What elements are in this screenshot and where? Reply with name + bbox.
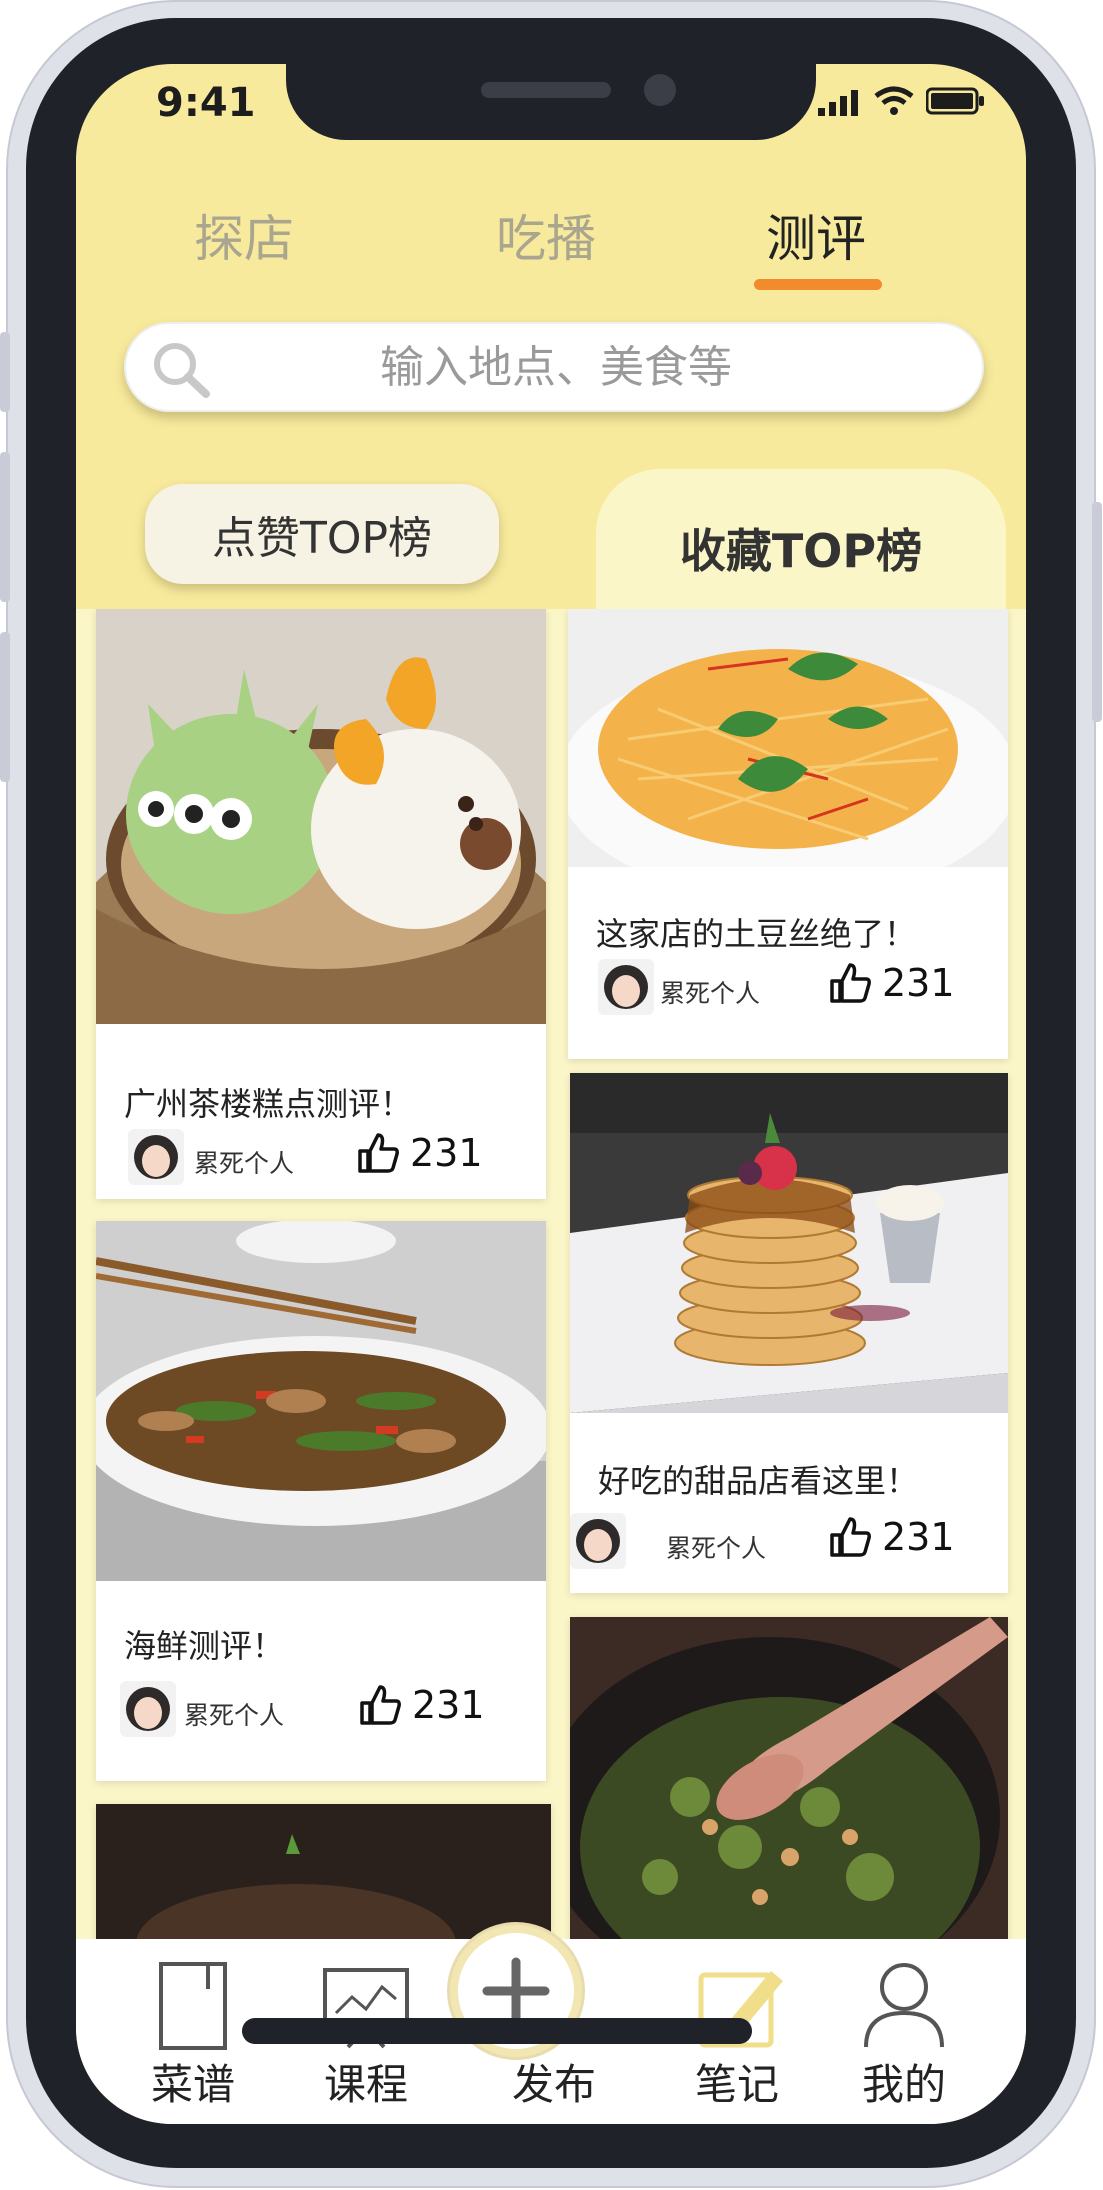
- like-button[interactable]: 231: [828, 1515, 955, 1559]
- like-button[interactable]: 231: [358, 1683, 485, 1727]
- review-card[interactable]: [570, 1617, 1008, 1939]
- card-image: [96, 1221, 546, 1581]
- volume-up-button: [0, 452, 10, 602]
- card-title: 这家店的土豆丝绝了！: [596, 915, 917, 953]
- status-icons: [818, 86, 986, 116]
- search-icon: [154, 343, 210, 398]
- like-count: 231: [882, 961, 955, 1005]
- nav-label: 我的: [861, 2060, 946, 2109]
- avatar: [598, 959, 654, 1015]
- review-card[interactable]: 海鲜测评！ 累死个人 231: [96, 1221, 546, 1781]
- nav-label: 课程: [323, 2060, 408, 2109]
- like-count: 231: [412, 1683, 485, 1727]
- card-author: 累死个人: [666, 1534, 767, 1563]
- like-button[interactable]: 231: [356, 1131, 483, 1175]
- card-title: 海鲜测评！: [124, 1627, 285, 1665]
- card-title: 好吃的甜品店看这里！: [598, 1462, 919, 1500]
- power-button: [1092, 502, 1102, 722]
- card-title: 广州茶楼糕点测评！: [124, 1085, 413, 1123]
- card-image: [570, 1073, 1008, 1413]
- thumbs-up-icon: [358, 1133, 399, 1173]
- card-author: 累死个人: [660, 979, 761, 1008]
- active-tab-indicator: [754, 279, 882, 290]
- tab-explore[interactable]: 探店: [194, 199, 294, 271]
- front-camera: [644, 74, 676, 106]
- book-icon: [159, 1962, 227, 2050]
- user-icon: [864, 1963, 944, 2048]
- card-image: [96, 609, 546, 1024]
- fav-top-button[interactable]: 收藏TOP榜: [596, 469, 1006, 619]
- review-card[interactable]: 这家店的土豆丝绝了！ 累死个人 231: [568, 609, 1008, 1059]
- thumbs-up-icon: [830, 963, 871, 1003]
- mute-switch: [0, 332, 10, 412]
- search-input[interactable]: [246, 324, 866, 410]
- avatar: [128, 1129, 184, 1185]
- nav-label: 菜谱: [150, 2060, 235, 2109]
- avatar: [120, 1681, 176, 1737]
- tab-review[interactable]: 测评: [766, 199, 866, 271]
- thumbs-up-icon: [360, 1685, 401, 1725]
- app-screen: 9:41 探店 吃播 测评 收藏TOP榜 点: [76, 64, 1026, 2124]
- plus-icon: [482, 1957, 550, 2025]
- card-author: 累死个人: [194, 1149, 295, 1178]
- avatar: [570, 1513, 626, 1569]
- battery-icon: [926, 87, 984, 115]
- status-time: 9:41: [156, 80, 256, 126]
- search-bar[interactable]: [124, 322, 984, 412]
- review-card[interactable]: 广州茶楼糕点测评！ 累死个人 231: [96, 609, 546, 1199]
- thumbs-up-icon: [830, 1517, 871, 1557]
- speaker: [481, 82, 611, 98]
- notch: [286, 64, 816, 140]
- review-card[interactable]: [96, 1804, 551, 1939]
- volume-down-button: [0, 632, 10, 782]
- like-top-button[interactable]: 点赞TOP榜: [145, 484, 499, 584]
- card-image: [96, 1804, 551, 1939]
- like-count: 231: [410, 1131, 483, 1175]
- like-count: 231: [882, 1515, 955, 1559]
- review-feed[interactable]: 广州茶楼糕点测评！ 累死个人 231 这家店的土豆丝绝了！ 累死个人 231 海…: [76, 609, 1026, 1939]
- like-button[interactable]: 231: [828, 961, 955, 1005]
- signal-icon: [818, 90, 858, 116]
- top-tabs: 探店 吃播 测评: [76, 199, 1026, 279]
- home-indicator[interactable]: [242, 2018, 752, 2044]
- card-image: [568, 609, 1008, 867]
- card-image: [570, 1617, 1008, 1939]
- wifi-icon: [874, 86, 914, 115]
- review-card[interactable]: 好吃的甜品店看这里！ 累死个人 231: [570, 1073, 1008, 1593]
- card-author: 累死个人: [184, 1701, 285, 1730]
- nav-label: 发布: [511, 2060, 596, 2109]
- nav-label: 笔记: [694, 2060, 779, 2109]
- tab-mukbang[interactable]: 吃播: [496, 199, 596, 271]
